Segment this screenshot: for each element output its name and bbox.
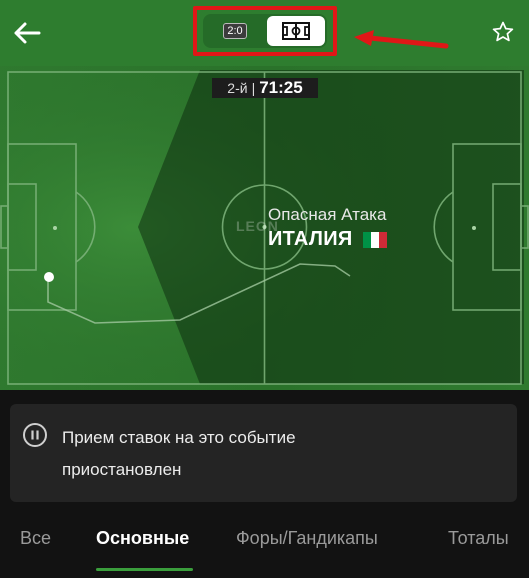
header-bar: 2:0 xyxy=(0,0,529,66)
market-tabs: Все Основные Форы/Гандикапы Тоталы xyxy=(0,520,529,578)
betting-suspended-notice: Прием ставок на это событие приостановле… xyxy=(10,404,517,502)
back-arrow-icon[interactable] xyxy=(12,20,42,46)
highlight-frame xyxy=(193,6,337,56)
period-label: 2-й xyxy=(227,80,248,96)
tab-handicaps[interactable]: Форы/Гандикапы xyxy=(236,528,378,549)
active-tab-indicator xyxy=(96,568,193,571)
match-pitch: LEON xyxy=(0,66,529,390)
timer-separator: | xyxy=(251,80,256,96)
event-label: Опасная Атака xyxy=(268,205,387,224)
pause-icon xyxy=(23,423,47,447)
tab-totals[interactable]: Тоталы xyxy=(448,528,509,549)
red-pointer-arrow xyxy=(354,30,449,49)
star-outline-icon[interactable] xyxy=(491,20,515,44)
ball-marker xyxy=(44,272,54,282)
tab-main[interactable]: Основные xyxy=(96,528,189,549)
attacking-team: ИТАЛИЯ xyxy=(268,228,387,251)
match-clock: 71:25 xyxy=(259,78,303,97)
tab-all[interactable]: Все xyxy=(20,528,51,549)
italy-flag-icon xyxy=(362,231,387,248)
match-timer: 2-й | 71:25 xyxy=(212,78,318,98)
notice-text: Прием ставок на это событие приостановле… xyxy=(62,428,296,479)
team-name: ИТАЛИЯ xyxy=(268,228,353,250)
